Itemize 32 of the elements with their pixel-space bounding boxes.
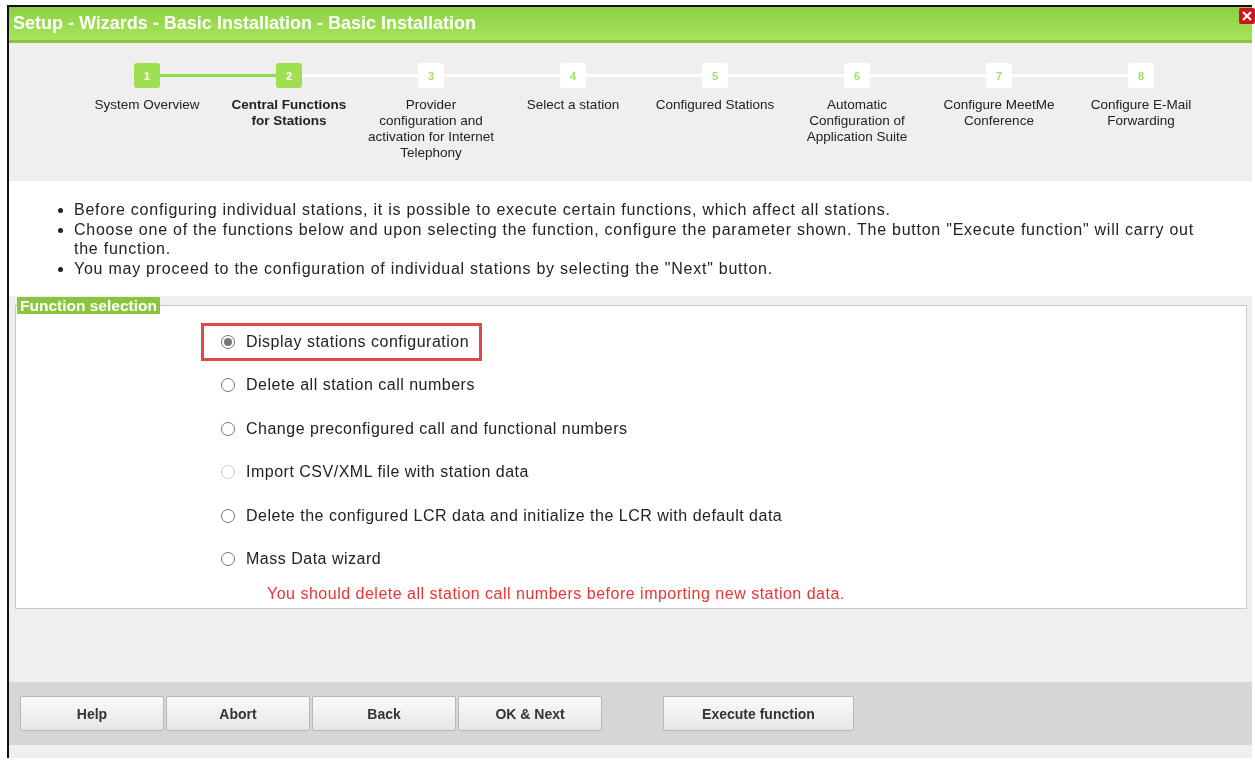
step-number: 5 <box>702 63 728 88</box>
step-number: 8 <box>1128 63 1154 88</box>
step-number: 4 <box>560 63 586 88</box>
step-number: 7 <box>986 63 1012 88</box>
step-label: Central Functions for Stations <box>230 97 348 129</box>
wizard-button[interactable]: Back <box>312 696 456 731</box>
step-number: 6 <box>844 63 870 88</box>
step-label: System Overview <box>93 97 201 113</box>
instruction-text: Choose one of the functions below and upon selecting the function, configure the parameter shown. The button "Execute function" will carry out the function. <box>74 219 1195 259</box>
option-label[interactable]: Mass Data wizard <box>246 550 382 569</box>
step-number: 1 <box>134 63 160 88</box>
step-label: Automatic Configuration of Application Suite <box>805 97 909 145</box>
warning-text: You should delete all station call numbers before importing new station data. <box>266 585 846 603</box>
step-number: 2 <box>276 63 302 88</box>
wizard-button[interactable]: Abort <box>166 696 310 731</box>
option-label[interactable]: Display stations configuration <box>246 332 470 351</box>
step-number: 3 <box>418 63 444 88</box>
option-label[interactable]: Delete all station call numbers <box>246 376 475 395</box>
window-title: Setup - Wizards - Basic Installation - Basic Installation <box>12 13 476 34</box>
instruction-text: You may proceed to the configuration of individual stations by selecting the "Next" button. <box>74 258 773 278</box>
wizard-button[interactable]: Execute function <box>663 696 854 731</box>
instruction-text: Before configuring individual stations, it is possible to execute certain functions, which affect all stations. <box>74 200 891 220</box>
wizard-button[interactable]: OK & Next <box>458 696 602 731</box>
step-label: Select a station <box>525 97 621 113</box>
step-label: Provider configuration and activation for Internet Telephony <box>367 97 495 161</box>
option-label[interactable]: Delete the configured LCR data and initialize the LCR with default data <box>246 506 783 525</box>
section-legend: Function selection <box>17 297 160 314</box>
step-label: Configure MeetMe Conference <box>942 97 1056 129</box>
option-label[interactable]: Change preconfigured call and functional numbers <box>246 419 628 438</box>
wizard-button[interactable]: Help <box>20 696 164 731</box>
step-label: Configured Stations <box>654 97 776 113</box>
step-label: Configure E-Mail Forwarding <box>1089 97 1193 129</box>
